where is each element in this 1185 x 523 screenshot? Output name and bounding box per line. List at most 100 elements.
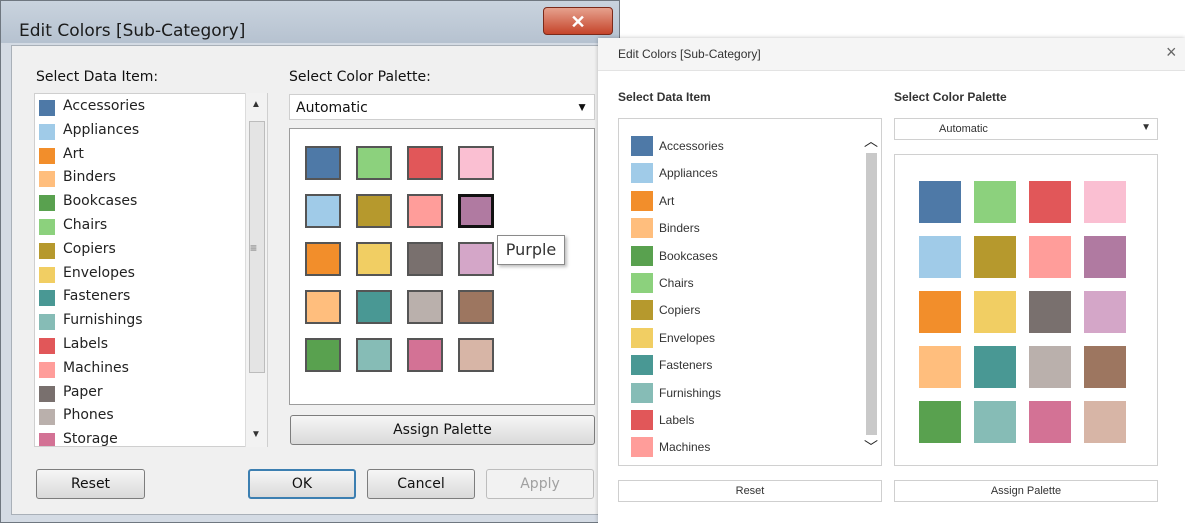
- list-item-label: Copiers: [63, 240, 116, 257]
- chevron-up-icon[interactable]: ︿: [864, 131, 878, 151]
- palette-color-swatch[interactable]: [305, 338, 341, 372]
- old-palette-grid: [289, 128, 595, 405]
- old-palette-select[interactable]: Automatic ▼: [289, 94, 595, 120]
- palette-color-swatch[interactable]: [305, 194, 341, 228]
- color-swatch: [631, 190, 653, 211]
- new-edit-colors-dialog: Edit Colors [Sub-Category] × Select Data…: [598, 38, 1185, 523]
- palette-color-swatch[interactable]: [1029, 291, 1071, 333]
- old-assign-palette-button[interactable]: Assign Palette: [290, 415, 595, 445]
- palette-color-swatch[interactable]: [919, 401, 961, 443]
- list-item-label: Fasteners: [63, 288, 131, 305]
- palette-color-swatch[interactable]: [407, 290, 443, 324]
- new-palette-select-value: Automatic: [939, 123, 988, 135]
- new-reset-button[interactable]: Reset: [618, 480, 882, 502]
- list-item-label: Art: [63, 145, 84, 162]
- old-close-button[interactable]: ✕: [543, 7, 613, 35]
- palette-color-swatch[interactable]: [458, 242, 494, 276]
- new-close-icon[interactable]: ×: [1166, 42, 1177, 63]
- cancel-button[interactable]: Cancel: [367, 469, 475, 499]
- chevron-down-icon[interactable]: ﹀: [864, 437, 878, 457]
- palette-color-swatch[interactable]: [974, 236, 1016, 278]
- new-select-palette-label: Select Color Palette: [894, 90, 1007, 104]
- list-item-label: Envelopes: [659, 330, 716, 345]
- palette-color-swatch[interactable]: [356, 146, 392, 180]
- list-item-label: Machines: [659, 440, 711, 455]
- palette-color-swatch[interactable]: [974, 181, 1016, 223]
- color-swatch: [631, 273, 653, 293]
- palette-color-swatch[interactable]: [407, 242, 443, 276]
- palette-color-swatch[interactable]: [1029, 181, 1071, 223]
- color-tooltip: Purple: [497, 235, 565, 265]
- palette-color-swatch[interactable]: [407, 194, 443, 228]
- palette-color-swatch[interactable]: [305, 146, 341, 180]
- apply-button[interactable]: Apply: [486, 469, 594, 499]
- palette-color-swatch[interactable]: [974, 291, 1016, 333]
- palette-color-swatch[interactable]: [356, 194, 392, 228]
- palette-color-swatch[interactable]: [1084, 181, 1126, 223]
- list-item-label: Furnishings: [659, 385, 722, 400]
- scroll-up-icon[interactable]: ▲: [251, 99, 261, 110]
- palette-color-swatch[interactable]: [458, 338, 494, 372]
- palette-color-swatch[interactable]: [919, 291, 961, 333]
- palette-color-swatch[interactable]: [1029, 401, 1071, 443]
- palette-color-swatch[interactable]: [974, 401, 1016, 443]
- list-item-label: Accessories: [659, 139, 724, 153]
- palette-color-swatch[interactable]: [974, 346, 1016, 388]
- list-item-label: Binders: [63, 169, 116, 186]
- palette-color-swatch[interactable]: [1084, 236, 1126, 278]
- new-list-scrollbar[interactable]: ︿ ﹀: [862, 119, 881, 465]
- palette-color-swatch[interactable]: [1084, 346, 1126, 388]
- list-item-label: Paper: [63, 383, 103, 400]
- color-swatch: [39, 147, 55, 164]
- palette-color-swatch[interactable]: [919, 346, 961, 388]
- old-data-item-list[interactable]: Accessories Appliances Art Binders Bookcases…: [34, 93, 268, 447]
- new-data-item-list[interactable]: Accessories Appliances Art Binders Bookcases…: [618, 118, 882, 466]
- palette-color-swatch[interactable]: [458, 290, 494, 324]
- palette-color-swatch[interactable]: [305, 242, 341, 276]
- color-swatch: [631, 245, 653, 266]
- old-select-data-item-label: Select Data Item:: [36, 69, 159, 85]
- old-dialog-title: Edit Colors [Sub-Category]: [19, 21, 246, 41]
- list-item-label: Chairs: [63, 217, 108, 233]
- list-item-label: Labels: [63, 336, 109, 352]
- palette-color-swatch[interactable]: [919, 181, 961, 223]
- new-palette-select[interactable]: Automatic ▼: [894, 118, 1158, 140]
- list-item-label: Fasteners: [659, 358, 713, 373]
- list-item-label: Art: [659, 193, 675, 208]
- list-item-label: Appliances: [63, 121, 140, 138]
- scroll-down-icon[interactable]: ▼: [251, 429, 261, 440]
- dropdown-arrow-icon: ▼: [576, 100, 588, 114]
- palette-color-swatch[interactable]: [356, 290, 392, 324]
- color-swatch: [631, 410, 653, 430]
- list-item-label: Appliances: [659, 166, 718, 181]
- list-item-label: Phones: [63, 407, 114, 424]
- color-swatch: [631, 355, 653, 376]
- list-item-label: Binders: [659, 221, 700, 236]
- palette-color-swatch[interactable]: [1029, 236, 1071, 278]
- palette-color-swatch[interactable]: [919, 236, 961, 278]
- new-dialog-title: Edit Colors [Sub-Category]: [618, 47, 761, 61]
- palette-color-swatch[interactable]: [1084, 291, 1126, 333]
- old-reset-button[interactable]: Reset: [36, 469, 145, 499]
- new-select-data-item-label: Select Data Item: [618, 90, 711, 104]
- color-swatch: [631, 300, 653, 321]
- color-swatch: [39, 338, 55, 354]
- palette-color-swatch[interactable]: [458, 146, 494, 180]
- list-item-label: Storage: [63, 431, 118, 447]
- color-swatch: [39, 266, 55, 283]
- list-item-label: Accessories: [63, 98, 146, 114]
- palette-color-swatch[interactable]: [1084, 401, 1126, 443]
- color-swatch: [39, 433, 55, 446]
- palette-color-swatch[interactable]: [356, 242, 392, 276]
- palette-color-swatch[interactable]: [1029, 346, 1071, 388]
- palette-color-swatch[interactable]: [407, 146, 443, 180]
- palette-color-swatch[interactable]: [458, 194, 494, 228]
- color-swatch: [631, 163, 653, 184]
- palette-color-swatch[interactable]: [356, 338, 392, 372]
- scrollbar-thumb[interactable]: [866, 153, 877, 435]
- old-list-scrollbar[interactable]: ▲ ≡ ▼: [245, 93, 267, 447]
- palette-color-swatch[interactable]: [407, 338, 443, 372]
- ok-button[interactable]: OK: [248, 469, 356, 499]
- palette-color-swatch[interactable]: [305, 290, 341, 324]
- new-assign-palette-button[interactable]: Assign Palette: [894, 480, 1158, 502]
